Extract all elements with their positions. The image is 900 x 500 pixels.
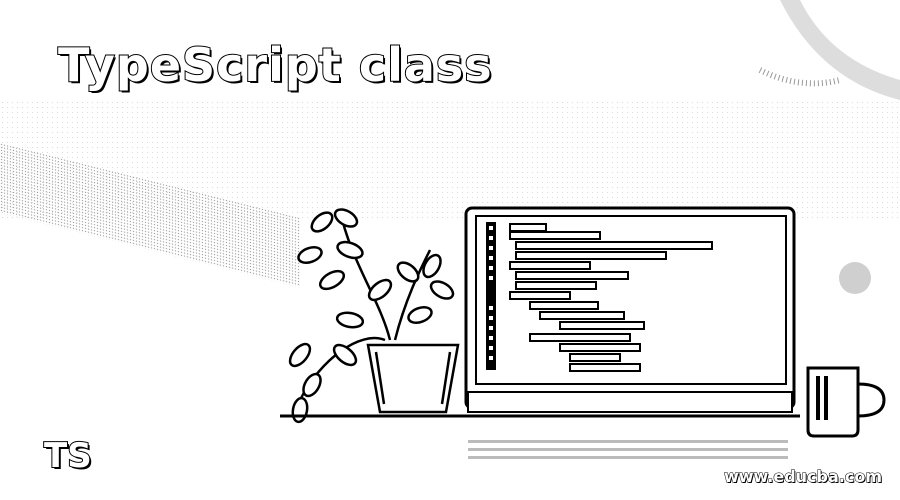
mug-icon bbox=[806, 366, 886, 438]
swoosh-decoration bbox=[758, 0, 900, 100]
website-link[interactable]: www.educba.com bbox=[723, 467, 882, 487]
decor-dot bbox=[839, 262, 871, 294]
potted-plant-icon bbox=[288, 208, 460, 424]
laptop-icon bbox=[464, 206, 796, 459]
ts-logo-badge: TS bbox=[43, 435, 93, 477]
illustration bbox=[280, 0, 900, 459]
